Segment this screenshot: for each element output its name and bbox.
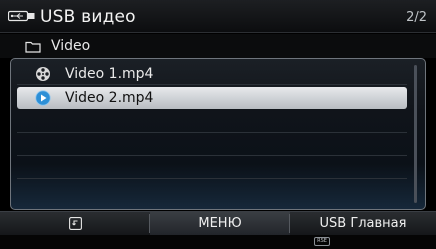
file-name: Video 2.mp4	[65, 90, 154, 106]
list-divider	[17, 178, 407, 179]
file-list: Video 1.mp4 Video 2.mp4	[10, 58, 426, 210]
list-item-video-1[interactable]: Video 1.mp4	[17, 63, 407, 85]
folder-row[interactable]: Video	[0, 34, 436, 58]
menu-label: МЕНЮ	[198, 216, 242, 231]
screen: USB видео 2/2 Video Video 1.mp4 Video 2.…	[0, 0, 436, 249]
header-bar: USB видео 2/2	[0, 0, 436, 33]
scrollbar[interactable]	[414, 65, 417, 203]
page-title: USB видео	[40, 7, 136, 27]
folder-label: Video	[51, 38, 91, 54]
list-divider	[17, 155, 407, 156]
rse-badge: RSE	[314, 237, 330, 246]
back-icon	[68, 217, 82, 230]
bottom-bar: МЕНЮ USB Главная	[0, 211, 436, 235]
folder-icon	[25, 41, 41, 53]
usb-home-button[interactable]: USB Главная	[290, 212, 436, 235]
list-item-video-2[interactable]: Video 2.mp4	[17, 87, 407, 109]
usb-home-label: USB Главная	[319, 216, 407, 231]
file-name: Video 1.mp4	[65, 66, 154, 82]
status-strip: RSE	[0, 235, 436, 249]
play-icon	[35, 90, 51, 106]
back-button[interactable]	[0, 212, 150, 235]
menu-button[interactable]: МЕНЮ	[150, 212, 290, 235]
usb-icon	[8, 10, 35, 22]
page-indicator: 2/2	[406, 10, 427, 25]
film-reel-icon	[36, 67, 50, 81]
list-divider	[17, 132, 407, 133]
